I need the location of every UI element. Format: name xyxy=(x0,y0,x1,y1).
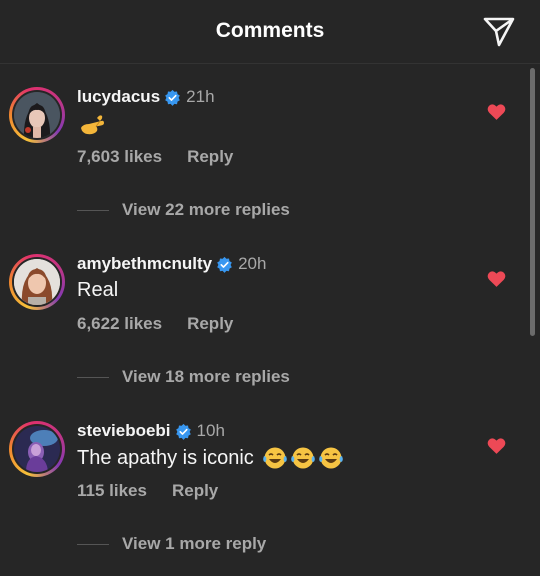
verified-badge-icon xyxy=(175,423,191,440)
comment-username[interactable]: lucydacus xyxy=(77,87,160,107)
comment-text xyxy=(77,112,107,136)
view-replies-label: View 22 more replies xyxy=(122,200,290,219)
comment-item: stevieboebi 10h The apathy is iconic 115… xyxy=(0,399,540,559)
reply-button[interactable]: Reply xyxy=(187,147,233,167)
view-replies-button[interactable]: View 22 more replies xyxy=(77,200,290,220)
view-replies-label: View 1 more reply xyxy=(122,534,267,553)
heart-icon[interactable] xyxy=(487,103,506,121)
reply-button[interactable]: Reply xyxy=(187,314,233,334)
avatar[interactable] xyxy=(9,87,65,143)
divider xyxy=(77,376,109,378)
comment-timestamp: 10h xyxy=(196,421,225,440)
comments-header: Comments xyxy=(0,0,540,64)
reply-button[interactable]: Reply xyxy=(172,481,218,501)
heart-icon[interactable] xyxy=(487,437,506,455)
heart-icon[interactable] xyxy=(487,270,506,288)
comment-timestamp: 20h xyxy=(238,254,267,273)
verified-badge-icon xyxy=(217,256,232,273)
verified-badge-icon xyxy=(165,89,180,106)
avatar[interactable] xyxy=(9,254,65,310)
tears-of-joy-emoji xyxy=(262,447,287,469)
comment-timestamp: 21h xyxy=(186,87,215,106)
page-title: Comments xyxy=(215,19,325,42)
comment-text: The apathy is iconic xyxy=(77,446,344,470)
like-count[interactable]: 6,622 likes xyxy=(77,314,162,334)
comment-item: lucydacus 21h 7,603 likes Reply View 22 … xyxy=(0,65,540,225)
paper-plane-icon[interactable] xyxy=(482,16,516,48)
view-replies-button[interactable]: View 18 more replies xyxy=(77,367,290,387)
like-count[interactable]: 115 likes xyxy=(77,481,147,501)
comment-username[interactable]: amybethmcnulty xyxy=(77,254,212,274)
tears-of-joy-emoji xyxy=(290,447,315,469)
view-replies-label: View 18 more replies xyxy=(122,367,290,386)
avatar[interactable] xyxy=(9,421,65,477)
divider xyxy=(77,543,109,545)
comment-username[interactable]: stevieboebi xyxy=(77,421,171,441)
pinching-hand-emoji xyxy=(81,115,104,135)
tears-of-joy-emoji xyxy=(318,447,343,469)
divider xyxy=(77,209,109,211)
comment-text: Real xyxy=(77,279,119,301)
comment-item: amybethmcnulty 20h Real 6,622 likes Repl… xyxy=(0,232,540,392)
view-replies-button[interactable]: View 1 more reply xyxy=(77,534,266,554)
like-count[interactable]: 7,603 likes xyxy=(77,147,162,167)
